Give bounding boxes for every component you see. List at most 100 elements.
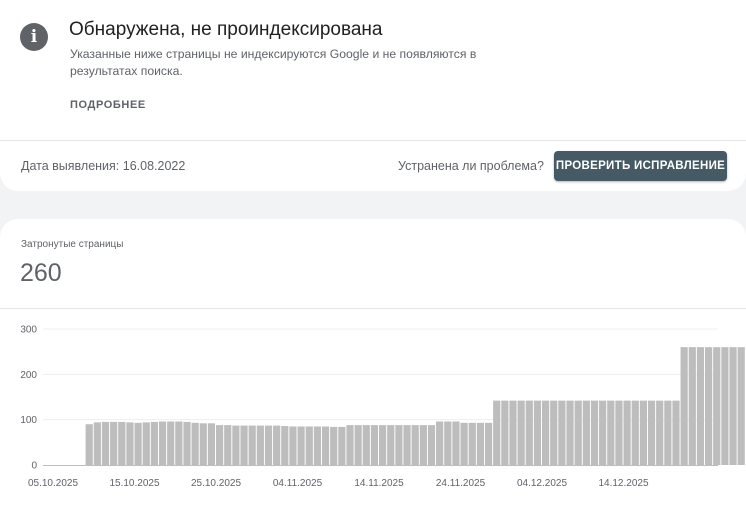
bar bbox=[395, 425, 403, 465]
bar bbox=[142, 422, 150, 465]
bar bbox=[468, 422, 476, 465]
bar bbox=[158, 421, 167, 465]
bar bbox=[411, 425, 419, 465]
bar bbox=[550, 400, 558, 465]
bar bbox=[705, 347, 713, 465]
bar bbox=[338, 426, 346, 465]
y-tick-label: 300 bbox=[20, 325, 37, 336]
bar bbox=[525, 400, 533, 465]
learn-more-link[interactable]: ПОДРОБНЕЕ bbox=[70, 99, 146, 111]
bar bbox=[623, 400, 631, 465]
x-tick-label: 05.10.2025 bbox=[28, 478, 78, 489]
bar bbox=[737, 347, 745, 465]
bar bbox=[362, 425, 370, 465]
bar bbox=[370, 425, 379, 465]
bar bbox=[631, 400, 639, 465]
bar bbox=[346, 425, 354, 465]
bar bbox=[664, 400, 672, 465]
bar bbox=[273, 425, 281, 465]
bar bbox=[110, 421, 118, 465]
bar bbox=[134, 422, 142, 465]
bar bbox=[509, 400, 517, 465]
x-tick-label: 24.11.2025 bbox=[436, 478, 486, 489]
bar bbox=[191, 422, 199, 465]
bar bbox=[264, 425, 273, 465]
bar bbox=[566, 400, 574, 465]
bar bbox=[574, 400, 582, 465]
bar bbox=[379, 425, 387, 465]
bar bbox=[729, 347, 737, 465]
bar bbox=[452, 421, 460, 465]
bar bbox=[444, 421, 452, 465]
bar bbox=[542, 400, 550, 465]
bar bbox=[175, 421, 183, 465]
x-tick-label: 04.12.2025 bbox=[517, 478, 567, 489]
bar bbox=[582, 400, 590, 465]
bar bbox=[313, 426, 321, 465]
bar bbox=[305, 426, 313, 465]
bar bbox=[256, 425, 264, 465]
bar bbox=[688, 347, 696, 465]
bar bbox=[647, 400, 656, 465]
bar bbox=[436, 421, 444, 465]
bar bbox=[493, 400, 501, 465]
bar bbox=[387, 425, 395, 465]
bar bbox=[150, 421, 158, 465]
y-tick-label: 200 bbox=[20, 370, 37, 381]
x-tick-label: 14.11.2025 bbox=[354, 478, 404, 489]
bar bbox=[183, 421, 191, 465]
bar bbox=[558, 400, 566, 465]
validate-fix-button[interactable]: ПРОВЕРИТЬ ИСПРАВЛЕНИЕ bbox=[554, 151, 727, 181]
bar bbox=[289, 426, 297, 465]
bar bbox=[615, 400, 623, 465]
bar bbox=[713, 347, 721, 465]
x-tick-label: 04.11.2025 bbox=[273, 478, 323, 489]
bar bbox=[599, 400, 607, 465]
bar bbox=[93, 422, 101, 465]
bar bbox=[224, 425, 232, 465]
bar bbox=[721, 347, 729, 465]
affected-pages-label: Затронутые страницы bbox=[21, 239, 124, 250]
issue-title: Обнаружена, не проиндексирована bbox=[69, 19, 383, 40]
affected-pages-count: 260 bbox=[20, 259, 62, 287]
chart-card: Затронутые страницы 260 0 100 200 300 05.10.… bbox=[0, 219, 746, 512]
bar bbox=[484, 422, 493, 465]
bar bbox=[199, 423, 207, 465]
bar bbox=[476, 422, 484, 465]
bar bbox=[126, 422, 134, 465]
y-tick-label: 100 bbox=[20, 415, 37, 426]
bar bbox=[281, 426, 289, 465]
bar bbox=[672, 400, 680, 465]
bar bbox=[696, 347, 705, 465]
bar bbox=[533, 400, 542, 465]
bar bbox=[656, 400, 664, 465]
y-tick-label: 0 bbox=[31, 461, 37, 472]
bar bbox=[297, 426, 305, 465]
fixed-question: Устранена ли проблема? bbox=[398, 159, 544, 173]
bar bbox=[118, 421, 126, 465]
bar bbox=[330, 426, 338, 465]
bar bbox=[501, 400, 509, 465]
divider bbox=[0, 140, 746, 141]
issue-card: i Обнаружена, не проиндексирована Указан… bbox=[0, 0, 746, 191]
bar bbox=[240, 425, 248, 465]
bar bbox=[232, 425, 240, 465]
issue-description: Указанные ниже страницы не индексируются… bbox=[70, 47, 477, 78]
bar bbox=[419, 425, 427, 465]
bar bbox=[460, 422, 468, 465]
x-tick-label: 25.10.2025 bbox=[191, 478, 241, 489]
info-icon: i bbox=[20, 23, 48, 51]
bar bbox=[248, 425, 256, 465]
affected-pages-chart: 0 100 200 300 05.10.2025 15.10.2025 25.10.2025… bbox=[20, 325, 745, 489]
bar bbox=[680, 347, 688, 465]
bar bbox=[167, 421, 175, 465]
detection-date: Дата выявления: 16.08.2022 bbox=[21, 159, 186, 173]
bar bbox=[321, 426, 330, 465]
bar bbox=[517, 400, 525, 465]
bar bbox=[607, 400, 615, 465]
bar bbox=[101, 421, 110, 465]
bar bbox=[85, 424, 93, 465]
bar bbox=[207, 423, 216, 465]
bar bbox=[427, 425, 436, 465]
x-tick-label: 15.10.2025 bbox=[109, 478, 159, 489]
